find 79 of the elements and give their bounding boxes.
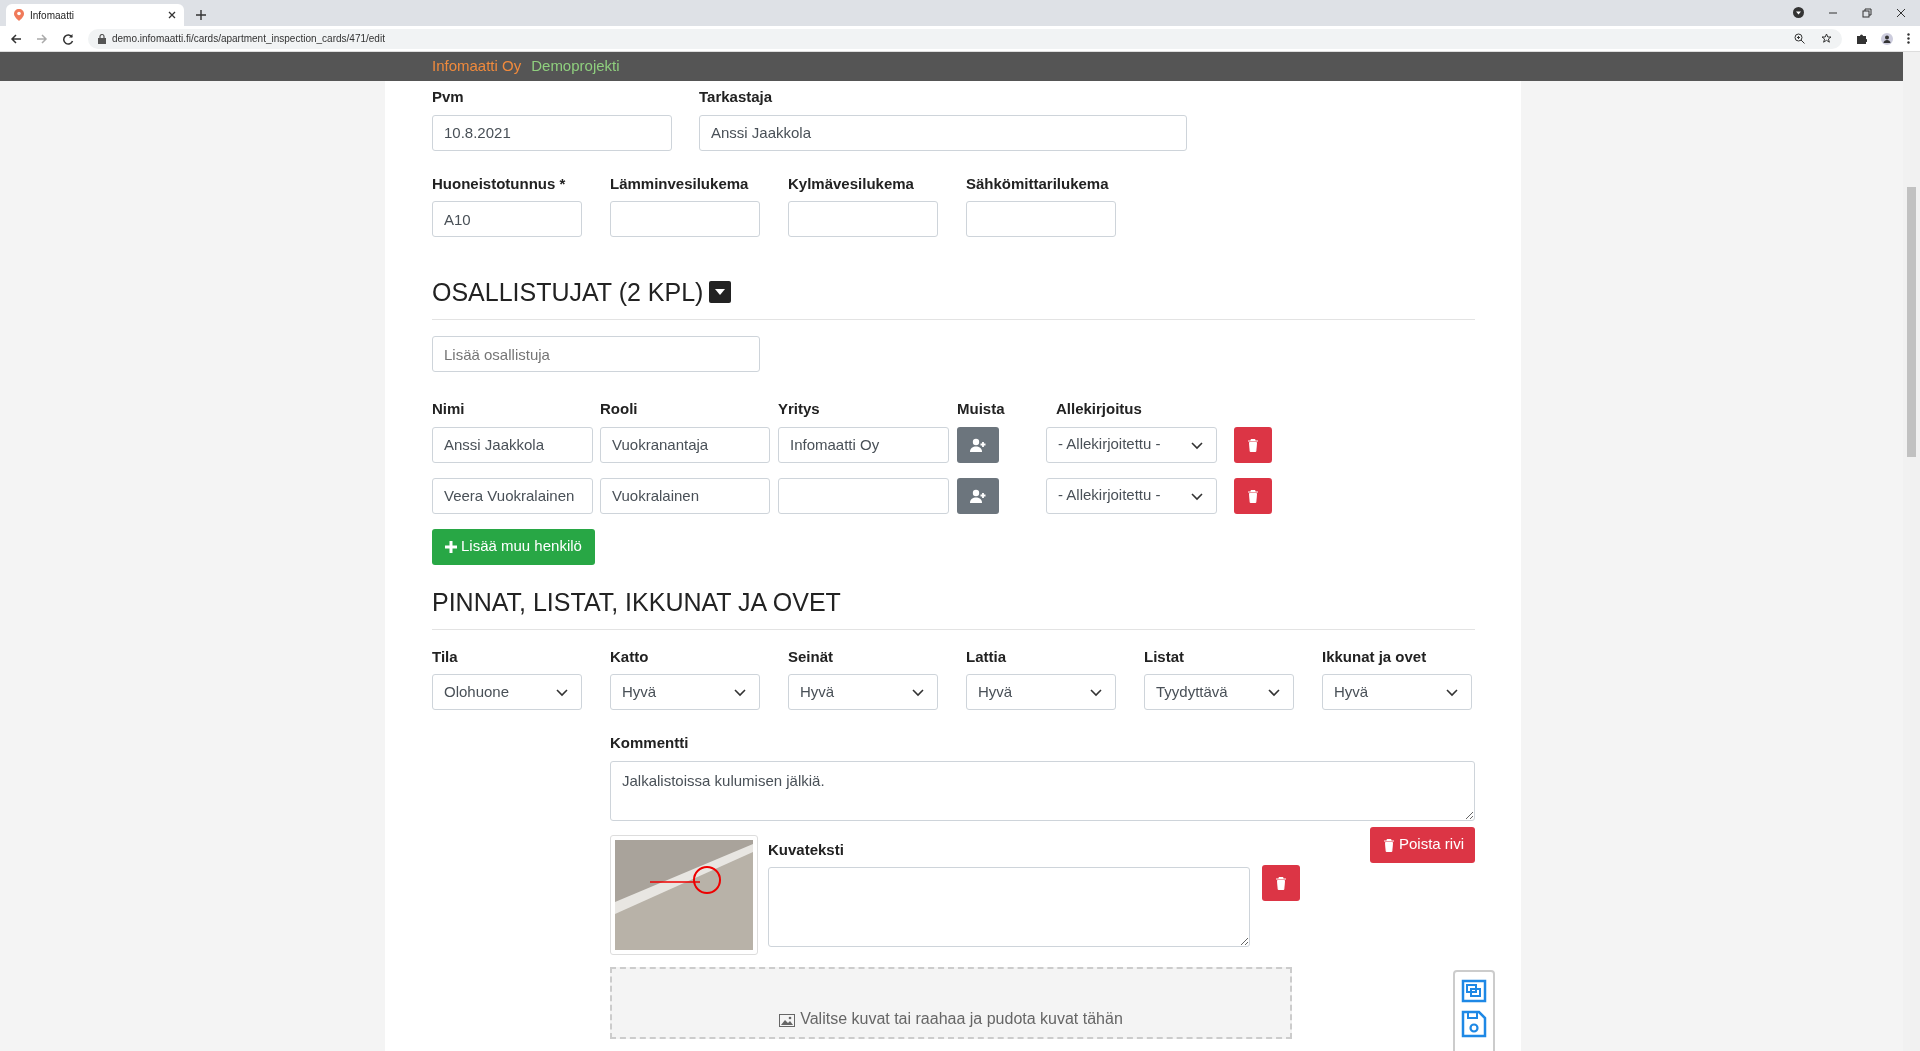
field-label: Lämminvesilukema — [610, 173, 750, 194]
restore-icon[interactable] — [1862, 7, 1872, 18]
signature-select[interactable]: - Allekirjoitettu - — [1046, 477, 1217, 514]
field-label: Tarkastaja — [699, 87, 774, 107]
input-field[interactable]: A10 — [432, 201, 582, 237]
menu-icon[interactable] — [1907, 33, 1910, 44]
lock-icon — [98, 33, 106, 44]
pin-icon — [14, 9, 24, 21]
input-field[interactable]: Anssi Jaakkola — [699, 114, 1187, 151]
field-label: Kommentti — [610, 733, 690, 753]
field-label: Huoneistotunnus * — [432, 173, 567, 194]
column-label: Rooli — [600, 399, 639, 419]
user-plus-icon — [969, 487, 987, 504]
back-arrow-icon[interactable] — [10, 32, 22, 45]
add-contact-button[interactable] — [957, 426, 999, 463]
project-name: Demoprojekti — [531, 56, 620, 77]
avatar-icon[interactable] — [1881, 32, 1893, 45]
star-icon[interactable] — [1821, 33, 1832, 44]
input-field[interactable]: Vuokranantaja — [600, 426, 770, 463]
search-field[interactable]: Lisää osallistuja — [432, 336, 760, 372]
field-label: Kuvateksti — [768, 839, 845, 860]
trash-icon — [1245, 487, 1261, 504]
field-label: Seinät — [788, 646, 834, 667]
dropdown-select[interactable]: Tyydyttävä — [1144, 674, 1294, 710]
field-label: Lattia — [966, 646, 1007, 667]
input-field[interactable]: Veera Vuokralainen — [432, 477, 593, 514]
input-field[interactable]: Vuokralainen — [600, 477, 770, 514]
trash-icon — [1273, 874, 1289, 891]
dropdown-select[interactable]: Olohuone — [432, 674, 582, 710]
column-label: Allekirjoitus — [1055, 399, 1143, 419]
zoom-icon — [1794, 33, 1805, 44]
field-label: Listat — [1144, 646, 1185, 667]
user-plus-icon — [969, 436, 987, 453]
plus-icon[interactable] — [196, 10, 206, 20]
section-toggle[interactable] — [709, 281, 732, 303]
caption-field[interactable] — [768, 867, 1250, 947]
field-label: Tila — [432, 646, 459, 667]
dropdown-select[interactable]: Hyvä — [1322, 674, 1472, 710]
input-field[interactable] — [788, 201, 938, 237]
address-bar[interactable]: demo.infomaatti.fi/cards/apartment_inspection_cards/471/edit — [88, 28, 1842, 49]
dropzone[interactable]: Valitse kuvat tai raahaa ja pudota kuvat tähän — [610, 966, 1292, 1039]
add-contact-button[interactable] — [957, 477, 999, 514]
delete-button[interactable] — [1262, 864, 1300, 901]
section-heading: PINNAT, LISTAT, IKKUNAT JA OVET — [432, 586, 842, 617]
image-icon — [779, 1013, 796, 1027]
close-icon[interactable] — [1896, 7, 1906, 18]
delete-row-button[interactable]: Poista rivi — [1369, 826, 1475, 863]
dropdown-select[interactable]: Hyvä — [610, 674, 760, 710]
field-label: Pvm — [432, 87, 465, 107]
field-label: Sähkömittarilukema — [966, 173, 1110, 194]
dropdown-select[interactable]: Hyvä — [788, 674, 938, 710]
input-field[interactable] — [610, 201, 760, 237]
crop-frame-icon[interactable] — [1460, 978, 1488, 1004]
scrollbar-thumb[interactable] — [1907, 187, 1916, 457]
column-label: Muista — [957, 399, 1006, 419]
delete-button[interactable] — [1234, 477, 1272, 514]
signature-select[interactable]: - Allekirjoitettu - — [1046, 426, 1217, 463]
dropdown-select[interactable]: Hyvä — [966, 674, 1116, 710]
field-label: Ikkunat ja ovet — [1322, 646, 1428, 667]
input-field[interactable]: Infomaatti Oy — [778, 426, 949, 463]
comment-field[interactable]: Jalkalistoissa kulumisen jälkiä. — [610, 760, 1475, 821]
input-field[interactable]: 10.8.2021 — [432, 114, 672, 151]
reload-icon[interactable] — [62, 32, 74, 45]
field-label: Kylmävesilukema — [788, 173, 915, 194]
profile-menu-icon[interactable] — [1793, 7, 1804, 18]
column-label: Nimi — [432, 399, 466, 419]
input-field[interactable] — [778, 477, 949, 514]
trash-icon — [1245, 436, 1261, 453]
close-icon[interactable] — [168, 11, 176, 19]
column-label: Yritys — [778, 399, 821, 419]
input-field[interactable] — [966, 201, 1116, 237]
field-label: Katto — [610, 646, 650, 667]
input-field[interactable]: Anssi Jaakkola — [432, 426, 593, 463]
plus-icon — [445, 540, 457, 553]
delete-button[interactable] — [1234, 426, 1272, 463]
company-name: Infomaatti Oy — [432, 56, 522, 77]
save-icon[interactable] — [1461, 1010, 1487, 1038]
section-heading: OSALLISTUJAT (2 KPL) — [432, 277, 704, 307]
browser-tab[interactable]: Infomaatti — [6, 4, 184, 26]
